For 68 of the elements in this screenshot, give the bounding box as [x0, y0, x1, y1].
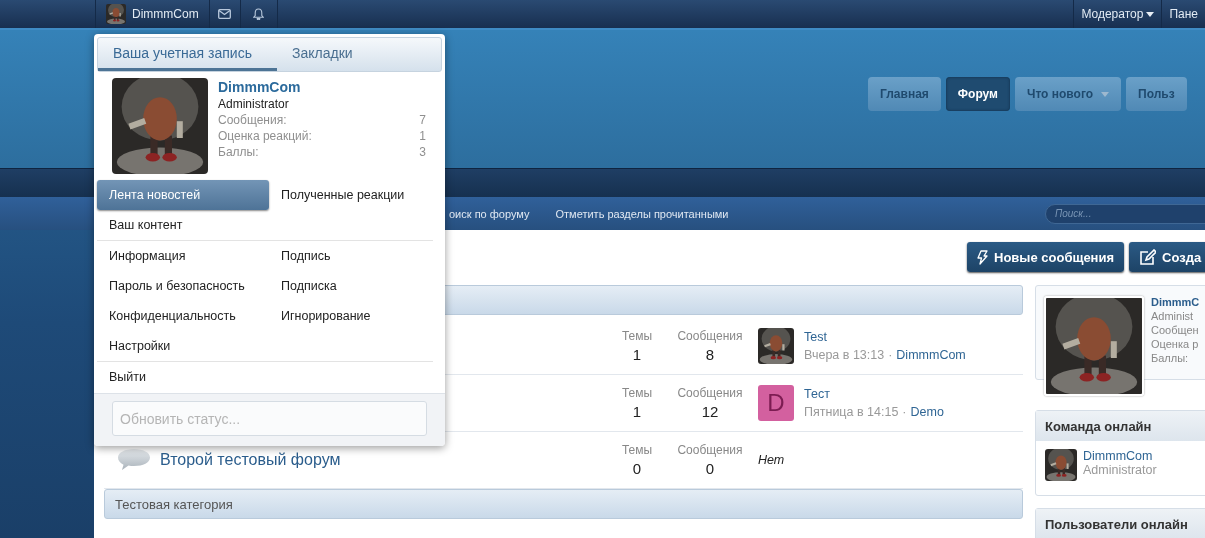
menu-tab[interactable]: Ваша учетная запись	[98, 38, 277, 71]
stat-label: Сообщения	[677, 329, 743, 343]
post-date: Вчера в 13:13	[804, 348, 885, 362]
category-title[interactable]: Тестовая категория	[115, 496, 233, 512]
stat-value: 8	[705, 346, 715, 363]
profile-detail: Сообщен	[1151, 324, 1200, 336]
stat-label: Темы	[621, 329, 653, 343]
edit-icon	[1139, 249, 1157, 265]
separator-dot: ·	[888, 348, 893, 362]
author-link[interactable]: DimmmCom	[896, 348, 966, 362]
stat-label: Оценка реакций:	[218, 129, 312, 143]
menu-item[interactable]: Настройки	[97, 331, 269, 361]
stat-label: Сообщения:	[218, 113, 287, 127]
menu-item[interactable]: Конфиденциальность	[97, 301, 269, 331]
menu-item[interactable]: Выйти	[97, 362, 269, 392]
sub-nav-link[interactable]: Отметить разделы прочитанными	[555, 207, 729, 220]
menu-item[interactable]: Полученные реакции	[269, 180, 442, 210]
stat-label: Сообщения	[677, 443, 743, 457]
panel-title: Команда онлайн	[1045, 418, 1152, 434]
speech-bubble-icon	[117, 448, 151, 472]
separator-dot: ·	[902, 405, 907, 419]
action-button[interactable]: Созда	[1129, 242, 1205, 272]
stat-label: Темы	[621, 443, 653, 457]
thread-link[interactable]: Test	[804, 330, 966, 344]
nav-tab[interactable]: Форум	[945, 77, 1010, 111]
stat-label: Сообщения	[677, 386, 743, 400]
menu-item[interactable]: Информация	[97, 241, 269, 271]
stat-value: 1	[632, 403, 642, 420]
thread-link[interactable]: Тест	[804, 387, 944, 401]
sub-nav-link[interactable]: оиск по форуму	[449, 207, 530, 220]
search-field[interactable]: Поиск...	[1045, 203, 1205, 224]
menu-item[interactable]: Подписка	[269, 271, 433, 301]
stat-label: Темы	[621, 386, 653, 400]
user-menu-button[interactable]: DimmmCom	[95, 0, 210, 28]
user-name[interactable]: DimmmCom	[218, 79, 426, 95]
menu-item[interactable]: Пароль и безопасность	[97, 271, 269, 301]
member-role: Administrator	[1083, 463, 1157, 477]
action-button[interactable]: Новые сообщения	[967, 242, 1125, 272]
stat-value: 1	[419, 129, 426, 143]
profile-detail: Баллы:	[1151, 352, 1190, 364]
top-bar-link[interactable]: Пане	[1161, 0, 1205, 28]
no-posts-text: Нет	[758, 453, 785, 467]
stat-value: 0	[705, 460, 715, 477]
profile-detail: Оценка р	[1151, 338, 1200, 350]
author-link[interactable]: Demo	[910, 405, 944, 419]
menu-item[interactable]: Ваш контент	[97, 210, 269, 240]
menu-item[interactable]: Лента новостей	[97, 180, 269, 210]
stat-value: 12	[701, 403, 719, 420]
post-date: Пятница в 14:15	[804, 405, 899, 419]
bell-icon[interactable]	[253, 8, 265, 20]
menu-item[interactable]: Игнорирование	[269, 301, 433, 331]
stat-value: 3	[419, 145, 426, 159]
stat-value: 7	[419, 113, 426, 127]
status-field[interactable]: Обновить статус...	[112, 401, 427, 436]
user-role: Administrator	[218, 97, 290, 111]
menu-item[interactable]: Подпись	[269, 241, 433, 271]
stat-value: 0	[632, 460, 642, 477]
user-name[interactable]: DimmmC	[1151, 296, 1200, 308]
panel-title: Пользователи онлайн	[1045, 516, 1188, 532]
mail-icon[interactable]	[218, 9, 232, 19]
top-bar-link[interactable]: Модератор	[1073, 0, 1162, 28]
stat-label: Баллы:	[218, 145, 259, 159]
forum-title[interactable]: Второй тестовый форум	[160, 451, 341, 469]
lightning-icon	[977, 249, 988, 265]
stat-value: 1	[632, 346, 642, 363]
profile-detail: Administ	[1151, 310, 1195, 322]
member-name[interactable]: DimmmCom	[1083, 449, 1157, 463]
menu-tab[interactable]: Закладки	[277, 38, 367, 71]
